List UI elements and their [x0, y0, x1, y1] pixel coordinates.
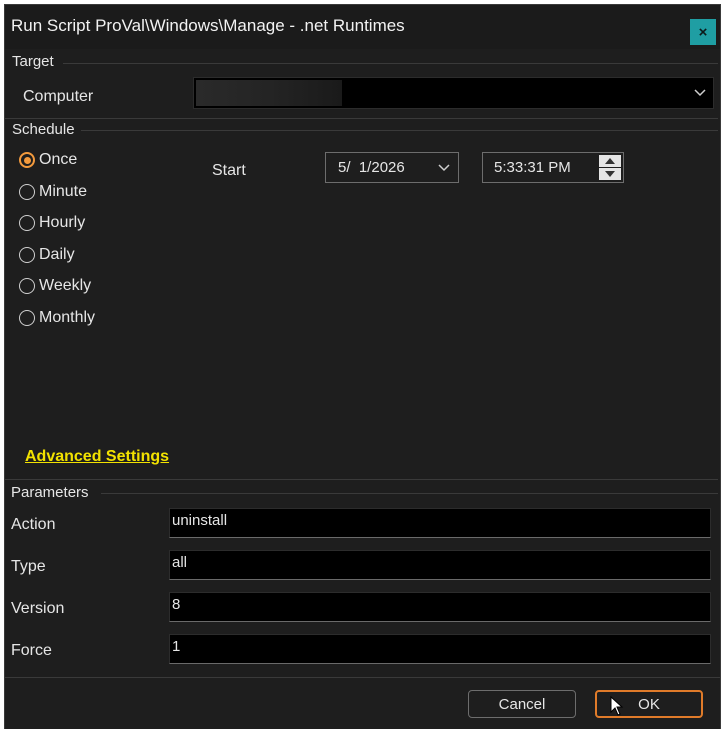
computer-select[interactable]: [193, 77, 714, 109]
time-spinner: [599, 155, 621, 180]
param-label-version: Version: [11, 600, 65, 617]
start-label: Start: [212, 162, 246, 179]
schedule-section-label: Schedule: [12, 121, 75, 138]
advanced-settings-link[interactable]: Advanced Settings: [25, 448, 169, 466]
radio-hourly[interactable]: Hourly: [19, 211, 85, 235]
radio-weekly[interactable]: Weekly: [19, 274, 91, 298]
param-label-force: Force: [11, 642, 52, 659]
computer-value-redacted: [196, 80, 342, 106]
radio-circle: [19, 247, 35, 263]
radio-circle: [19, 215, 35, 231]
radio-label: Hourly: [39, 214, 86, 231]
schedule-divider: [81, 130, 718, 131]
radio-label: Monthly: [39, 309, 96, 326]
radio-label: Once: [39, 151, 78, 168]
radio-label: Minute: [39, 183, 88, 200]
param-input-action[interactable]: uninstall: [169, 508, 711, 538]
chevron-down-icon: [694, 89, 706, 97]
parameters-divider: [101, 493, 718, 494]
start-time-picker[interactable]: 5:33:31 PM: [482, 152, 624, 183]
close-button[interactable]: ×: [690, 19, 716, 45]
radio-label: Weekly: [39, 277, 92, 294]
title-bar: Run Script ProVal\Windows\Manage - .net …: [5, 5, 720, 49]
param-input-force[interactable]: 1: [169, 634, 711, 664]
radio-circle: [19, 310, 35, 326]
radio-daily[interactable]: Daily: [19, 243, 75, 267]
start-date-picker[interactable]: 5/ 1/2026: [325, 152, 459, 183]
window-title: Run Script ProVal\Windows\Manage - .net …: [11, 16, 405, 35]
param-label-action: Action: [11, 516, 56, 533]
radio-circle: [19, 278, 35, 294]
parameters-top-divider: [5, 479, 718, 480]
radio-once[interactable]: Once: [19, 148, 77, 172]
param-input-type[interactable]: all: [169, 550, 711, 580]
close-icon: ×: [698, 23, 708, 41]
param-label-type: Type: [11, 558, 46, 575]
cancel-button[interactable]: Cancel: [468, 690, 576, 718]
radio-circle: [19, 184, 35, 200]
start-date-value: 5/ 1/2026: [338, 159, 405, 176]
radio-circle-checked: [19, 152, 35, 168]
schedule-top-divider: [5, 118, 718, 119]
radio-label: Daily: [39, 246, 75, 263]
mouse-cursor-icon: [610, 696, 624, 716]
target-section-label: Target: [12, 53, 54, 70]
start-time-value: 5:33:31 PM: [494, 159, 571, 176]
spin-up-button[interactable]: [599, 155, 621, 167]
spin-down-button[interactable]: [599, 168, 621, 180]
radio-minute[interactable]: Minute: [19, 180, 87, 204]
param-input-version[interactable]: 8: [169, 592, 711, 622]
run-script-dialog: Run Script ProVal\Windows\Manage - .net …: [4, 4, 721, 729]
caret-down-icon: [605, 171, 615, 177]
radio-monthly[interactable]: Monthly: [19, 306, 95, 330]
computer-label: Computer: [23, 88, 94, 105]
chevron-down-icon: [438, 164, 450, 172]
caret-up-icon: [605, 158, 615, 164]
parameters-section-label: Parameters: [11, 484, 89, 501]
target-divider: [63, 63, 718, 64]
